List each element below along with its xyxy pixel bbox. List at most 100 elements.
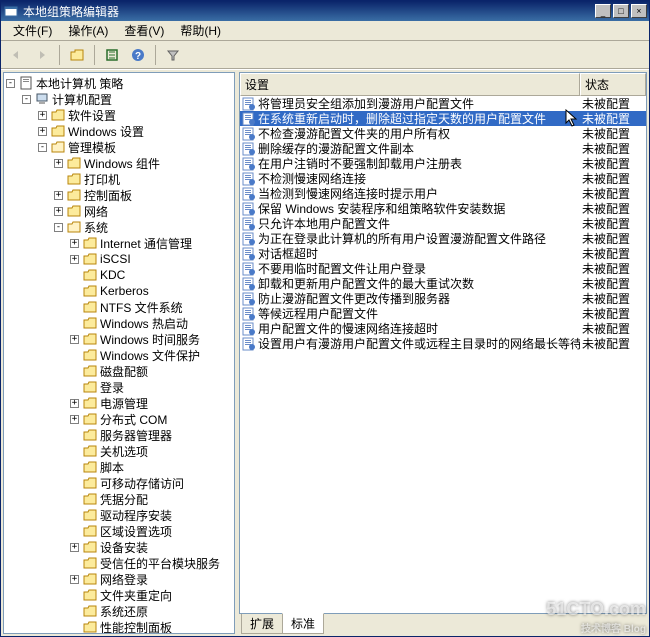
expand-icon[interactable]: +: [70, 335, 79, 344]
folder-icon: [82, 396, 98, 410]
tree-item[interactable]: 凭据分配: [70, 491, 232, 507]
expand-icon[interactable]: +: [70, 575, 79, 584]
tree-item[interactable]: 脚本: [70, 459, 232, 475]
tree-item[interactable]: +Windows 时间服务: [70, 331, 232, 347]
tree-item[interactable]: 服务器管理器: [70, 427, 232, 443]
list-item[interactable]: 为正在登录此计算机的所有用户设置漫游配置文件路径未被配置: [240, 231, 646, 246]
expand-icon[interactable]: +: [70, 399, 79, 408]
tree-item[interactable]: Windows 热启动: [70, 315, 232, 331]
tree-item[interactable]: 打印机: [54, 171, 232, 187]
folder-icon: [66, 172, 82, 186]
tree-item[interactable]: 区域设置选项: [70, 523, 232, 539]
back-button[interactable]: [5, 44, 27, 66]
list-item[interactable]: 不要用临时配置文件让用户登录未被配置: [240, 261, 646, 276]
list-item[interactable]: 删除缓存的漫游配置文件副本未被配置: [240, 141, 646, 156]
list-item[interactable]: 卸载和更新用户配置文件的最大重试次数未被配置: [240, 276, 646, 291]
expand-icon[interactable]: +: [70, 255, 79, 264]
tree-item[interactable]: -计算机配置: [22, 91, 232, 107]
tab-standard[interactable]: 标准: [282, 613, 324, 634]
folder-icon: [82, 364, 98, 378]
expand-icon[interactable]: +: [38, 111, 47, 120]
tree-item[interactable]: +网络: [54, 203, 232, 219]
menu-action[interactable]: 操作(A): [60, 20, 116, 41]
tree-item[interactable]: -系统: [54, 219, 232, 235]
tree-pane[interactable]: -本地计算机 策略-计算机配置+软件设置+Windows 设置-管理模板+Win…: [3, 72, 235, 634]
listview[interactable]: 设置 状态 将管理员安全组添加到漫游用户配置文件未被配置在系统重新启动时，删除超…: [239, 72, 647, 614]
close-button[interactable]: ×: [631, 4, 647, 18]
list-item[interactable]: 等候远程用户配置文件未被配置: [240, 306, 646, 321]
col-header-setting[interactable]: 设置: [240, 73, 580, 96]
tabs: 扩展 标准: [239, 614, 647, 634]
tree-item[interactable]: 文件夹重定向: [70, 587, 232, 603]
folder-icon: [82, 316, 98, 330]
list-item[interactable]: 不检查漫游配置文件夹的用户所有权未被配置: [240, 126, 646, 141]
expand-icon[interactable]: +: [54, 207, 63, 216]
collapse-icon[interactable]: -: [6, 79, 15, 88]
menu-help[interactable]: 帮助(H): [172, 20, 229, 41]
tree-item[interactable]: 磁盘配额: [70, 363, 232, 379]
tree-item[interactable]: 性能控制面板: [70, 619, 232, 634]
tree-item[interactable]: +Internet 通信管理: [70, 235, 232, 251]
list-item[interactable]: 当检测到慢速网络连接时提示用户未被配置: [240, 186, 646, 201]
collapse-icon[interactable]: -: [22, 95, 31, 104]
tree-item[interactable]: +Windows 设置: [38, 123, 232, 139]
expand-icon[interactable]: +: [38, 127, 47, 136]
tree-item[interactable]: 系统还原: [70, 603, 232, 619]
folder-icon: [50, 124, 66, 138]
tree-item[interactable]: 受信任的平台模块服务: [70, 555, 232, 571]
tree-item[interactable]: Kerberos: [70, 283, 232, 299]
tree-item[interactable]: +分布式 COM: [70, 411, 232, 427]
refresh-button[interactable]: [101, 44, 123, 66]
tree-item[interactable]: +iSCSI: [70, 251, 232, 267]
tree-item[interactable]: 驱动程序安装: [70, 507, 232, 523]
collapse-icon[interactable]: -: [38, 143, 47, 152]
menu-file[interactable]: 文件(F): [5, 20, 60, 41]
list-item[interactable]: 在用户注销时不要强制卸载用户注册表未被配置: [240, 156, 646, 171]
col-header-state[interactable]: 状态: [580, 73, 646, 96]
tree-item[interactable]: +网络登录: [70, 571, 232, 587]
folder-icon: [82, 556, 98, 570]
folder-icon: [82, 268, 98, 282]
tree-item[interactable]: KDC: [70, 267, 232, 283]
tree-item[interactable]: +设备安装: [70, 539, 232, 555]
list-item[interactable]: 将管理员安全组添加到漫游用户配置文件未被配置: [240, 96, 646, 111]
list-item[interactable]: 保留 Windows 安装程序和组策略软件安装数据未被配置: [240, 201, 646, 216]
list-item[interactable]: 设置用户有漫游用户配置文件或远程主目录时的网络最长等待时间未被配置: [240, 336, 646, 351]
help-button[interactable]: ?: [127, 44, 149, 66]
list-item[interactable]: 用户配置文件的慢速网络连接超时未被配置: [240, 321, 646, 336]
tree-item[interactable]: -管理模板: [38, 139, 232, 155]
forward-button[interactable]: [31, 44, 53, 66]
list-item[interactable]: 在系统重新启动时，删除超过指定天数的用户配置文件未被配置: [240, 111, 646, 126]
expand-icon[interactable]: +: [54, 191, 63, 200]
expand-icon[interactable]: +: [54, 159, 63, 168]
tree-item[interactable]: +控制面板: [54, 187, 232, 203]
list-item[interactable]: 对话框超时未被配置: [240, 246, 646, 261]
svg-text:?: ?: [135, 51, 141, 62]
folder-icon: [82, 620, 98, 634]
up-button[interactable]: [66, 44, 88, 66]
maximize-button[interactable]: □: [613, 4, 629, 18]
expand-icon[interactable]: +: [70, 239, 79, 248]
minimize-button[interactable]: _: [595, 4, 611, 18]
tree-item[interactable]: +软件设置: [38, 107, 232, 123]
tree-item[interactable]: Windows 文件保护: [70, 347, 232, 363]
folder-icon: [66, 220, 82, 234]
list-item[interactable]: 不检测慢速网络连接未被配置: [240, 171, 646, 186]
collapse-icon[interactable]: -: [54, 223, 63, 232]
tree-item[interactable]: 可移动存储访问: [70, 475, 232, 491]
tree-item[interactable]: +电源管理: [70, 395, 232, 411]
tab-extended[interactable]: 扩展: [241, 614, 283, 634]
expand-icon[interactable]: +: [70, 543, 79, 552]
list-item[interactable]: 防止漫游配置文件更改传播到服务器未被配置: [240, 291, 646, 306]
list-item[interactable]: 只允许本地用户配置文件未被配置: [240, 216, 646, 231]
folder-icon: [82, 460, 98, 474]
filter-button[interactable]: [162, 44, 184, 66]
menu-view[interactable]: 查看(V): [116, 20, 172, 41]
tree-item[interactable]: 登录: [70, 379, 232, 395]
titlebar[interactable]: 本地组策略编辑器 _ □ ×: [1, 1, 649, 21]
tree-item[interactable]: 关机选项: [70, 443, 232, 459]
tree-item[interactable]: +Windows 组件: [54, 155, 232, 171]
tree-item[interactable]: NTFS 文件系统: [70, 299, 232, 315]
tree-root[interactable]: -本地计算机 策略: [6, 75, 232, 91]
expand-icon[interactable]: +: [70, 415, 79, 424]
